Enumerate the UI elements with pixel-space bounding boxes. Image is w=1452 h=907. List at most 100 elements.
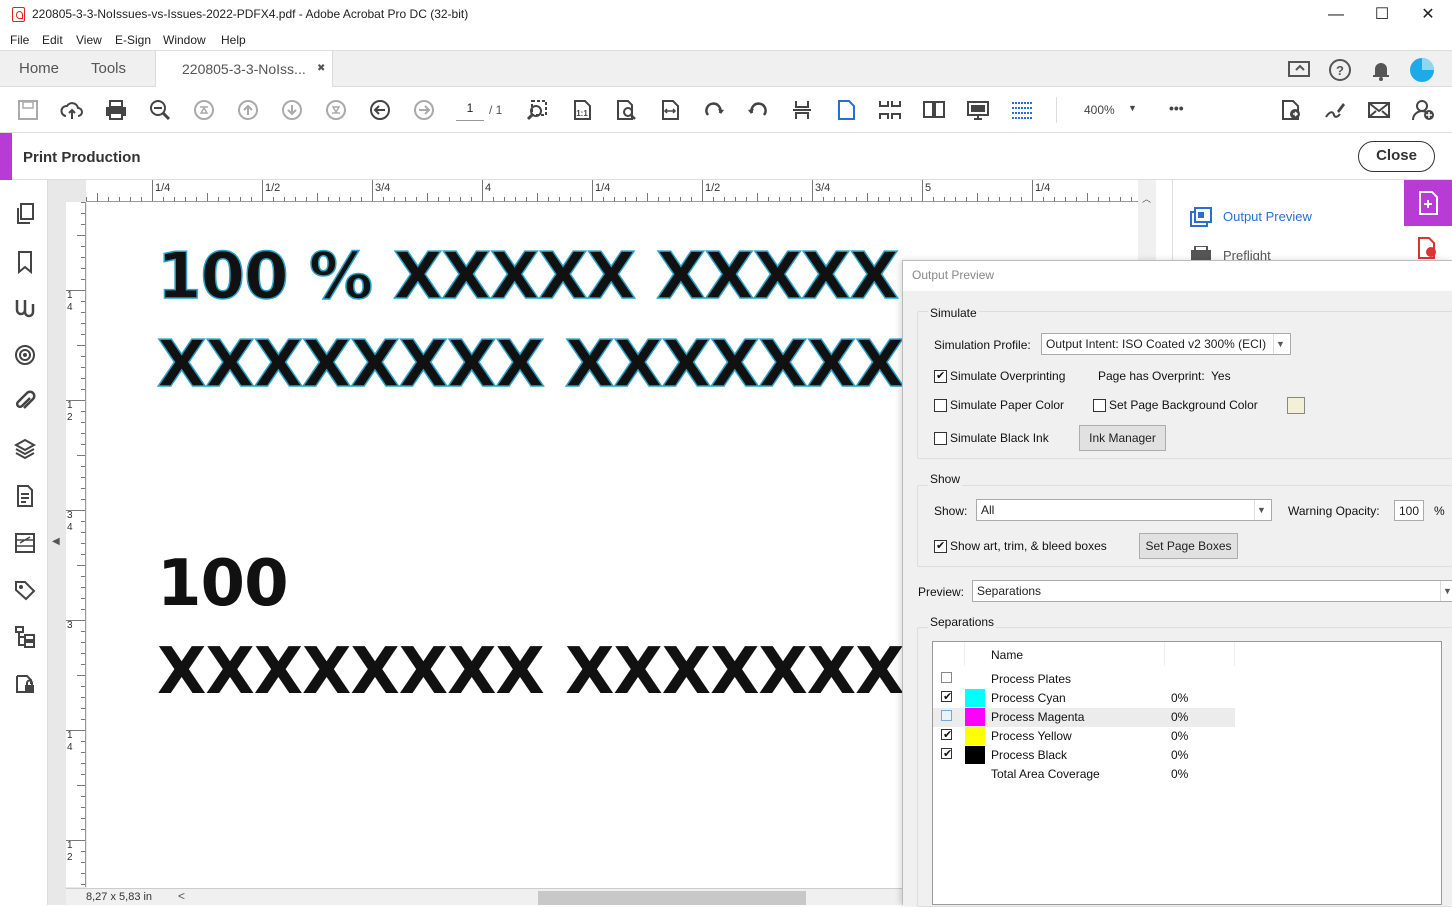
content-icon[interactable]	[13, 484, 37, 508]
separation-checkbox[interactable]	[941, 690, 952, 703]
attachments-icon[interactable]	[13, 390, 37, 414]
destinations-icon[interactable]	[13, 343, 37, 367]
tab-tools[interactable]: Tools	[91, 51, 126, 87]
preview-select[interactable]: Separations ▼	[972, 580, 1452, 602]
separation-row[interactable]: Process Magenta 0%	[933, 708, 1235, 727]
share-user-icon[interactable]	[1411, 99, 1435, 121]
ink-manager-button[interactable]: Ink Manager	[1079, 425, 1166, 451]
menu-window[interactable]: Window	[163, 33, 206, 47]
simulation-profile-select[interactable]: Output Intent: ISO Coated v2 300% (ECI) …	[1041, 333, 1291, 355]
background-color-swatch[interactable]	[1287, 397, 1305, 414]
two-page-view-icon[interactable]	[922, 99, 946, 121]
user-avatar-icon[interactable]	[1410, 58, 1434, 82]
separation-row[interactable]: Process Plates	[933, 670, 1235, 689]
simulate-overprinting-checkbox[interactable]	[934, 369, 947, 383]
fit-width-icon[interactable]	[658, 99, 682, 121]
previous-page-icon[interactable]	[236, 99, 260, 121]
page-number-input[interactable]: 1	[456, 101, 484, 121]
layers-icon[interactable]	[13, 437, 37, 461]
set-page-boxes-button[interactable]: Set Page Boxes	[1139, 533, 1238, 559]
rotate-counterclockwise-icon[interactable]	[746, 99, 770, 121]
export-pdf-icon[interactable]	[1279, 99, 1303, 121]
rotate-clockwise-icon[interactable]	[702, 99, 726, 121]
close-tool-button[interactable]: Close	[1358, 141, 1435, 172]
separation-row[interactable]: Process Black 0%	[933, 746, 1235, 765]
separations-list[interactable]: Name Process PlatesProcess Cyan0%Process…	[932, 641, 1442, 905]
upload-cloud-icon[interactable]	[60, 99, 84, 121]
show-select[interactable]: All ▼	[976, 499, 1272, 521]
tags-icon[interactable]	[13, 531, 37, 555]
tag-label-icon[interactable]	[13, 578, 37, 602]
scroll-up-icon[interactable]: ︿	[1142, 192, 1151, 205]
bookmarks-icon[interactable]	[13, 250, 37, 275]
close-window-button[interactable]: ✕	[1405, 0, 1451, 30]
last-page-icon[interactable]	[324, 99, 348, 121]
find-zoom-icon[interactable]	[148, 99, 172, 121]
model-tree-icon[interactable]	[13, 625, 37, 649]
share-screen-icon[interactable]	[1287, 58, 1311, 82]
previous-view-icon[interactable]	[368, 99, 392, 121]
output-preview-link[interactable]: Output Preview	[1223, 209, 1312, 224]
zoom-dropdown-icon[interactable]: ▼	[1128, 103, 1137, 113]
set-page-background-checkbox[interactable]	[1093, 399, 1106, 412]
help-icon[interactable]: ?	[1328, 58, 1352, 82]
separation-checkbox[interactable]	[941, 728, 952, 741]
menu-view[interactable]: View	[76, 33, 102, 47]
separation-color-swatch	[965, 689, 985, 707]
ruler-label: 1/2	[265, 182, 280, 194]
menu-edit[interactable]: Edit	[42, 33, 63, 47]
show-boxes-checkbox[interactable]	[934, 539, 947, 553]
menu-help[interactable]: Help	[221, 33, 246, 47]
left-navigation-rail	[0, 180, 48, 905]
print-icon[interactable]	[104, 99, 128, 121]
warning-opacity-input[interactable]: 100	[1394, 500, 1424, 521]
email-icon[interactable]	[1367, 99, 1391, 121]
tab-close-icon[interactable]: ✖	[317, 51, 325, 87]
separation-row[interactable]: Process Yellow 0%	[933, 727, 1235, 746]
zoom-level[interactable]: 400%	[1084, 103, 1115, 117]
tab-document[interactable]: 220805-3-3-NoIss... ✖	[155, 51, 333, 88]
ruler-label: 4	[485, 182, 491, 194]
more-tools-icon[interactable]: •••	[1169, 100, 1184, 116]
vertical-ruler: 14123431412	[66, 202, 86, 887]
tab-home[interactable]: Home	[19, 51, 59, 87]
marquee-zoom-icon[interactable]	[526, 99, 550, 121]
next-view-icon[interactable]	[412, 99, 436, 121]
maximize-button[interactable]: ☐	[1359, 0, 1405, 30]
simulate-black-ink-checkbox[interactable]	[934, 432, 947, 445]
collapse-left-panel-icon[interactable]: ◀	[52, 536, 60, 547]
notification-bell-icon[interactable]	[1369, 58, 1393, 82]
scrolling-mode-icon[interactable]	[790, 99, 814, 121]
ruler-label: 4	[67, 302, 73, 313]
separation-row[interactable]: Total Area Coverage 0%	[933, 765, 1235, 784]
horizontal-scrollbar-thumb[interactable]	[538, 891, 806, 905]
separation-coverage: 0%	[1171, 710, 1189, 724]
simulate-overprinting-label: Simulate Overprinting	[950, 369, 1066, 383]
actual-size-icon[interactable]: 1:1	[570, 99, 594, 121]
first-page-icon[interactable]	[192, 99, 216, 121]
security-settings-icon[interactable]	[13, 672, 37, 696]
menu-file[interactable]: File	[10, 33, 29, 47]
save-icon[interactable]	[16, 99, 40, 121]
show-hide-toolbar-icon[interactable]	[1010, 99, 1034, 121]
ruler-label: 3	[67, 510, 73, 521]
separation-row[interactable]: Process Cyan 0%	[933, 689, 1235, 708]
two-page-scroll-icon[interactable]	[878, 99, 902, 121]
separation-checkbox[interactable]	[941, 672, 952, 683]
right-rail-active-tool[interactable]	[1404, 180, 1452, 226]
preview-label: Preview:	[918, 585, 965, 599]
minimize-button[interactable]: —	[1313, 0, 1359, 30]
separation-checkbox[interactable]	[941, 710, 952, 721]
menu-esign[interactable]: E-Sign	[115, 33, 151, 47]
page-thumbnails-icon[interactable]	[13, 202, 37, 226]
next-page-icon[interactable]	[280, 99, 304, 121]
read-mode-icon[interactable]	[966, 99, 990, 121]
separation-checkbox[interactable]	[941, 747, 952, 760]
find-text-icon[interactable]	[614, 99, 638, 121]
right-rail-pdf-tool-icon[interactable]	[1415, 236, 1439, 260]
sign-icon[interactable]	[1323, 99, 1347, 121]
single-page-view-icon[interactable]	[834, 99, 858, 121]
simulate-paper-color-checkbox[interactable]	[934, 399, 947, 412]
scroll-left-icon[interactable]: <	[178, 889, 185, 903]
links-icon[interactable]	[13, 296, 37, 320]
